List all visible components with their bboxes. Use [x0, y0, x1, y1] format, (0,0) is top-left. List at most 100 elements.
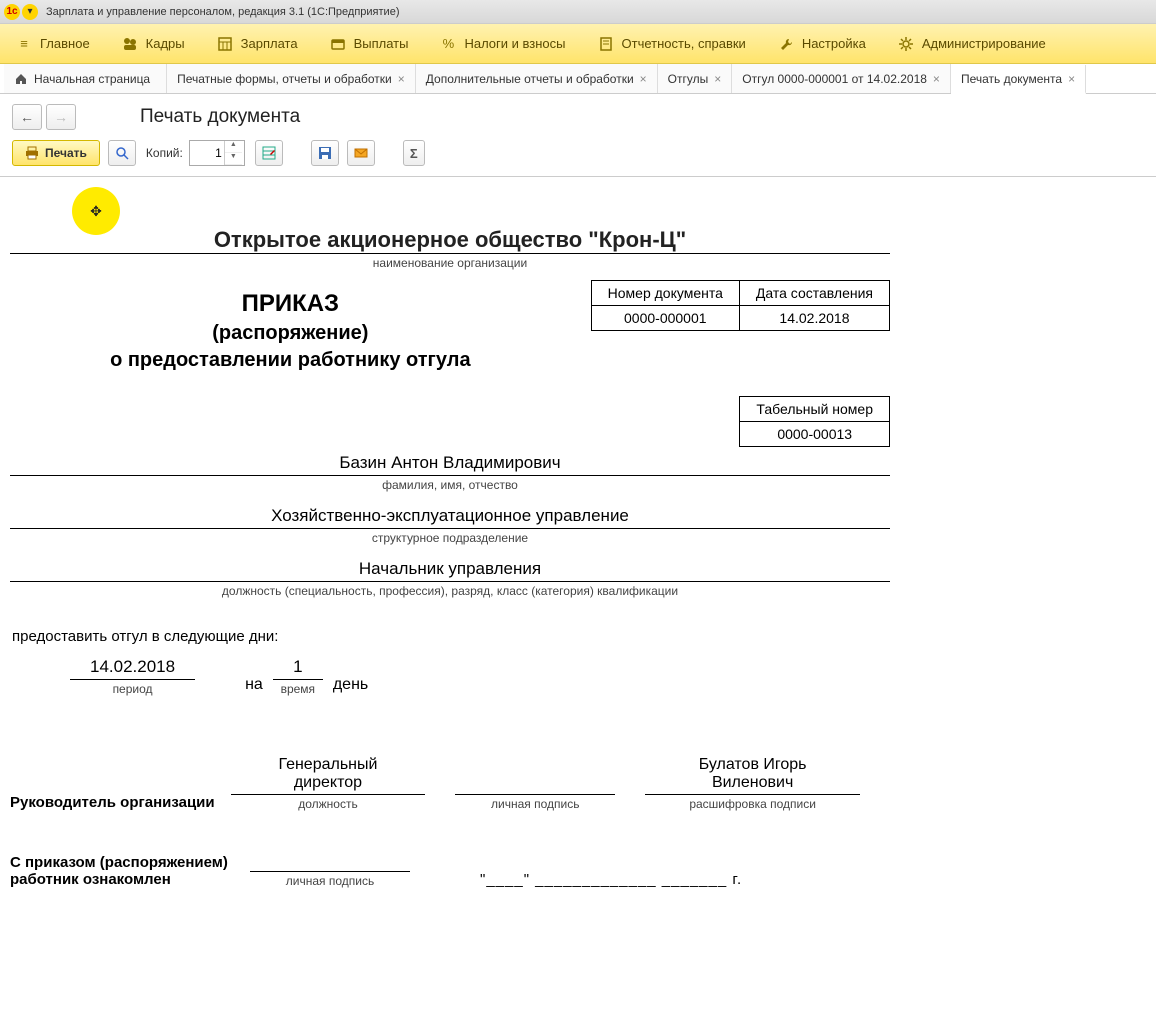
floppy-icon	[318, 146, 332, 160]
head-name: Булатов Игорь Виленович	[645, 756, 860, 795]
menu-vyplaty[interactable]: Выплаты	[314, 24, 425, 63]
menu-label: Зарплата	[241, 36, 298, 51]
doc-title3: о предоставлении работнику отгула	[10, 349, 571, 372]
close-icon[interactable]: ×	[933, 72, 940, 86]
close-icon[interactable]: ×	[714, 72, 721, 86]
menu-nalogi[interactable]: %Налоги и взносы	[424, 24, 581, 63]
post-value: Начальник управления	[10, 559, 890, 582]
days-word: день	[323, 676, 378, 696]
print-toolbar: Печать Копий: ▲▼ Σ	[0, 134, 1156, 176]
close-icon[interactable]: ×	[640, 72, 647, 86]
meta-num: 0000-000001	[591, 306, 739, 331]
tab-label: Начальная страница	[34, 72, 150, 86]
home-icon	[14, 72, 28, 86]
copies-input[interactable]	[190, 146, 224, 160]
menu-otchet[interactable]: Отчетность, справки	[582, 24, 762, 63]
menu-label: Отчетность, справки	[622, 36, 746, 51]
head-pos-sublabel: должность	[231, 797, 426, 811]
print-button[interactable]: Печать	[12, 140, 100, 166]
dropdown-icon[interactable]: ▾	[22, 4, 38, 20]
menu-label: Главное	[40, 36, 90, 51]
doc-title2: (распоряжение)	[10, 322, 571, 345]
tabno-value: 0000-00013	[740, 422, 890, 447]
menu-main[interactable]: ≡Главное	[0, 24, 106, 63]
post-sublabel: должность (специальность, профессия), ра…	[10, 584, 890, 598]
spin-down[interactable]: ▼	[225, 153, 242, 165]
ack-label: С приказом (распоряжением) работник озна…	[10, 854, 250, 888]
menu-zarplata[interactable]: Зарплата	[201, 24, 314, 63]
menu-label: Кадры	[146, 36, 185, 51]
back-button[interactable]: ←	[12, 104, 42, 130]
close-icon[interactable]: ×	[398, 72, 405, 86]
report-icon	[598, 36, 614, 52]
na-word: на	[235, 676, 273, 696]
print-label: Печать	[45, 146, 87, 160]
copies-label: Копий:	[146, 146, 183, 160]
tab-label: Дополнительные отчеты и обработки	[426, 72, 634, 86]
close-icon[interactable]: ×	[1068, 72, 1075, 86]
tab-otgul-doc[interactable]: Отгул 0000-000001 от 14.02.2018 ×	[732, 64, 951, 93]
meta-date: 14.02.2018	[739, 306, 889, 331]
cursor-highlight	[72, 187, 120, 235]
menu-admin[interactable]: Администрирование	[882, 24, 1062, 63]
dept-value: Хозяйственно-эксплуатационное управление	[10, 506, 890, 529]
ack-label-2: работник ознакомлен	[10, 871, 250, 888]
menu-label: Выплаты	[354, 36, 409, 51]
fio-value: Базин Антон Владимирович	[10, 453, 890, 476]
days-value: 1	[273, 657, 323, 680]
sum-button[interactable]: Σ	[403, 140, 425, 166]
sigma-icon: Σ	[410, 146, 418, 161]
doc-title1: ПРИКАЗ	[10, 290, 571, 318]
tabno-table: Табельный номер 0000-00013	[739, 396, 890, 447]
ack-sign-blank	[250, 851, 410, 872]
tab-label: Отгулы	[668, 72, 709, 86]
head-sign-sublabel: личная подпись	[455, 797, 615, 811]
edit-template-button[interactable]	[255, 140, 283, 166]
head-sign-blank	[455, 774, 615, 795]
tab-print-forms[interactable]: Печатные формы, отчеты и обработки ×	[167, 64, 416, 93]
email-button[interactable]	[347, 140, 375, 166]
copies-stepper[interactable]: ▲▼	[189, 140, 245, 166]
menu-nastroika[interactable]: Настройка	[762, 24, 882, 63]
document-sheet[interactable]: Открытое акционерное общество "Крон-Ц" н…	[10, 177, 890, 928]
fio-sublabel: фамилия, имя, отчество	[10, 478, 890, 492]
tab-print-document[interactable]: Печать документа ×	[951, 65, 1086, 94]
tab-label: Печатные формы, отчеты и обработки	[177, 72, 392, 86]
envelope-icon	[354, 146, 368, 160]
nav-row: ← → Печать документа	[0, 94, 1156, 134]
wallet-icon	[330, 36, 346, 52]
save-button[interactable]	[311, 140, 339, 166]
menu-kadry[interactable]: Кадры	[106, 24, 201, 63]
days-sublabel: время	[273, 682, 323, 696]
meta-num-header: Номер документа	[591, 281, 739, 306]
dept-sublabel: структурное подразделение	[10, 531, 890, 545]
tab-otguly[interactable]: Отгулы ×	[658, 64, 733, 93]
head-label: Руководитель организации	[10, 794, 231, 811]
period-sublabel: период	[70, 682, 195, 696]
wrench-icon	[778, 36, 794, 52]
ack-label-1: С приказом (распоряжением)	[10, 854, 250, 871]
ack-sign-sublabel: личная подпись	[250, 874, 410, 888]
tab-label: Печать документа	[961, 72, 1062, 86]
doc-meta-table: Номер документаДата составления 0000-000…	[591, 280, 890, 331]
preview-button[interactable]	[108, 140, 136, 166]
period-value: 14.02.2018	[70, 657, 195, 680]
menu-label: Настройка	[802, 36, 866, 51]
magnifier-icon	[115, 146, 129, 160]
calc-icon	[217, 36, 233, 52]
spin-up[interactable]: ▲	[225, 141, 242, 153]
window-title: Зарплата и управление персоналом, редакц…	[46, 6, 399, 18]
forward-button[interactable]: →	[46, 104, 76, 130]
gear-icon	[898, 36, 914, 52]
org-name: Открытое акционерное общество "Крон-Ц"	[10, 227, 890, 254]
grid-edit-icon	[262, 146, 276, 160]
window-titlebar: 1c ▾ Зарплата и управление персоналом, р…	[0, 0, 1156, 24]
printer-icon	[25, 146, 39, 160]
tab-label: Отгул 0000-000001 от 14.02.2018	[742, 72, 927, 86]
document-area: Открытое акционерное общество "Крон-Ц" н…	[0, 176, 1156, 928]
menu-label: Администрирование	[922, 36, 1046, 51]
people-icon	[122, 36, 138, 52]
tab-home[interactable]: Начальная страница	[4, 64, 167, 93]
ack-date-blank: "____" _____________ _______ г.	[480, 871, 742, 888]
tab-additional-reports[interactable]: Дополнительные отчеты и обработки ×	[416, 64, 658, 93]
